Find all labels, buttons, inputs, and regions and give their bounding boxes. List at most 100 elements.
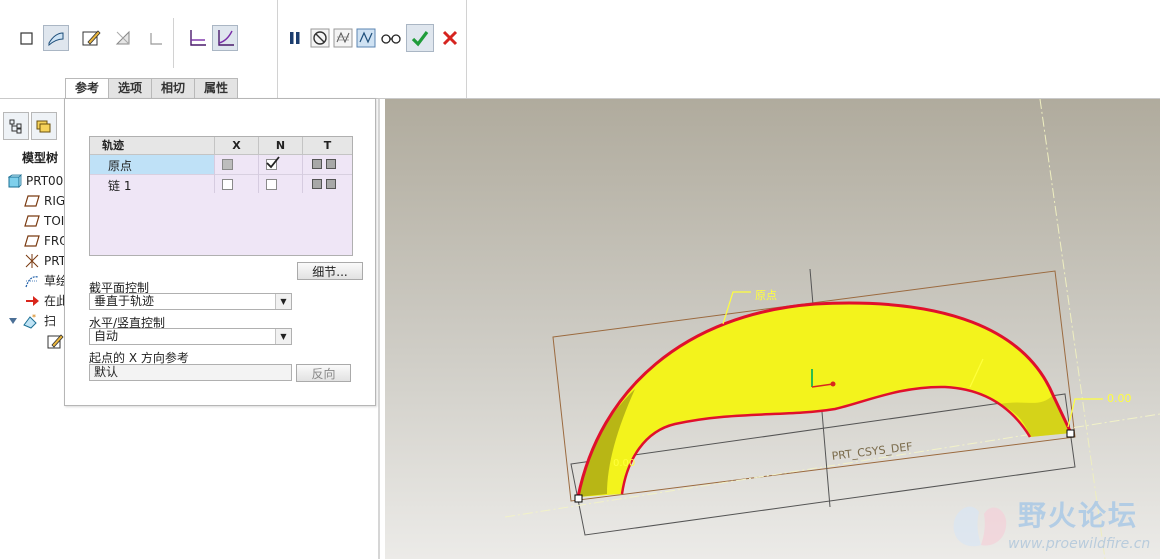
ribbon-separator <box>277 0 278 98</box>
origin-label: 原点 <box>755 289 777 302</box>
ok-button[interactable] <box>406 24 434 52</box>
sketch-edit-icon <box>82 30 101 46</box>
x-checkbox[interactable] <box>222 179 233 190</box>
insert-arrow-icon <box>26 296 39 306</box>
close-icon <box>442 30 458 46</box>
column-header-t: T <box>302 137 352 154</box>
t-toggle-icon[interactable] <box>312 159 322 169</box>
check-icon <box>411 31 429 47</box>
datum-plane-icon <box>24 195 40 207</box>
x-direction-field[interactable]: 默认 <box>89 364 292 381</box>
verify-button[interactable] <box>378 25 404 51</box>
expand-arrow-icon <box>9 318 17 324</box>
column-header-trajectory: 轨迹 <box>102 139 124 152</box>
sketch-edit-icon <box>47 334 64 349</box>
details-button[interactable]: 细节... <box>297 262 363 280</box>
dashboard-tabs: 参考 选项 相切 属性 <box>65 78 239 99</box>
tree-item[interactable]: PRT000 <box>8 172 71 190</box>
tree-item[interactable]: FRO <box>24 232 69 250</box>
table-row[interactable]: 链 1 <box>90 174 352 194</box>
pause-button[interactable] <box>282 25 308 51</box>
watermark-title: 野火论坛 <box>1018 499 1139 532</box>
variable-section-button[interactable] <box>212 25 238 51</box>
tree-item[interactable]: RIG <box>24 192 65 210</box>
remove-material-icon <box>115 30 130 45</box>
preview-button[interactable] <box>353 25 379 51</box>
pause-icon <box>290 32 300 44</box>
navigator-tabs <box>3 112 59 140</box>
t-toggle-icon[interactable] <box>312 179 322 189</box>
preview-mesh-icon <box>333 28 353 48</box>
section-plane-select[interactable]: 垂直于轨迹 ▼ <box>89 293 292 310</box>
hv-control-select[interactable]: 自动 ▼ <box>89 328 292 345</box>
tab-properties[interactable]: 属性 <box>194 78 239 98</box>
watermark-url: www.proewildfire.cn <box>1008 536 1151 552</box>
variable-section-icon <box>218 30 234 46</box>
tree-item-label: RIG <box>44 194 66 208</box>
part-icon <box>8 174 22 188</box>
tree-item-label: PRT <box>44 254 67 268</box>
ribbon-separator <box>466 0 467 98</box>
model-tree-header: 模型树 <box>22 151 59 165</box>
csys-icon <box>25 254 39 268</box>
start-point-handle <box>574 494 583 503</box>
hv-control-value: 自动 <box>94 329 119 343</box>
flip-button[interactable]: 反向 <box>296 364 351 382</box>
end-value-label: 0.00 <box>1107 392 1132 405</box>
csys-point <box>830 381 836 387</box>
tab-options[interactable]: 选项 <box>108 78 153 98</box>
tree-item-label: 扫 <box>44 314 57 328</box>
trajectory-table: 轨迹 X N T 原点 链 1 <box>89 136 353 256</box>
solid-icon <box>20 32 33 45</box>
cancel-button[interactable] <box>437 25 463 51</box>
t-toggle-icon[interactable] <box>326 179 336 189</box>
tree-item[interactable]: TOI <box>24 212 64 230</box>
tree-item[interactable] <box>46 332 64 350</box>
table-row[interactable]: 原点 <box>90 155 352 174</box>
x-checkbox[interactable] <box>222 159 233 170</box>
column-divider <box>302 155 303 193</box>
n-checkbox[interactable] <box>266 179 277 190</box>
section-plane-value: 垂直于轨迹 <box>94 294 155 308</box>
surface-icon <box>48 32 64 47</box>
thicken-button[interactable] <box>143 25 169 51</box>
butterfly-logo-icon <box>953 506 1007 547</box>
solid-button[interactable] <box>14 25 40 51</box>
trajectory-table-header: 轨迹 X N T <box>90 137 352 155</box>
column-header-x: X <box>214 137 258 154</box>
ribbon-separator <box>173 18 174 68</box>
t-toggle-icon[interactable] <box>326 159 336 169</box>
folder-browser-tab[interactable] <box>31 112 57 140</box>
model-tree-tab[interactable] <box>3 112 29 140</box>
row-label: 原点 <box>108 159 133 173</box>
chevron-down-icon: ▼ <box>275 294 291 309</box>
tab-tangency[interactable]: 相切 <box>151 78 196 98</box>
references-panel: 轨迹 X N T 原点 链 1 细节... 截平面控制 垂直于轨迹 ▼ 水平/竖… <box>64 98 376 406</box>
row-label: 链 1 <box>108 179 132 193</box>
glasses-icon <box>381 34 401 44</box>
sketch-edit-button[interactable] <box>78 25 104 51</box>
constant-section-icon <box>190 30 206 46</box>
tree-item[interactable]: 草绘 <box>24 272 68 290</box>
remove-material-button[interactable] <box>110 25 136 51</box>
tree-item[interactable]: * 扫 <box>8 312 56 330</box>
watermark: 野火论坛 www.proewildfire.cn <box>946 490 1160 559</box>
column-divider <box>214 155 215 193</box>
surface-button[interactable] <box>43 25 69 51</box>
tree-item-label: TOI <box>44 214 65 228</box>
x-direction-value: 默认 <box>94 365 119 379</box>
end-point-handle <box>1066 429 1075 438</box>
sweep-icon: * <box>23 313 37 329</box>
tree-item[interactable]: PRT <box>24 252 66 270</box>
datum-plane-icon <box>24 215 40 227</box>
folder-icon <box>36 120 51 133</box>
navigator-border <box>378 99 380 559</box>
start-value-label: 0.00 <box>613 458 636 469</box>
chevron-down-icon: ▼ <box>275 329 291 344</box>
constant-section-button[interactable] <box>184 25 210 51</box>
tree-item[interactable]: 在此 <box>24 292 68 310</box>
sketch-icon <box>25 276 39 288</box>
column-divider <box>258 155 259 193</box>
tab-references[interactable]: 参考 <box>65 78 110 99</box>
n-checkbox[interactable] <box>266 156 280 170</box>
